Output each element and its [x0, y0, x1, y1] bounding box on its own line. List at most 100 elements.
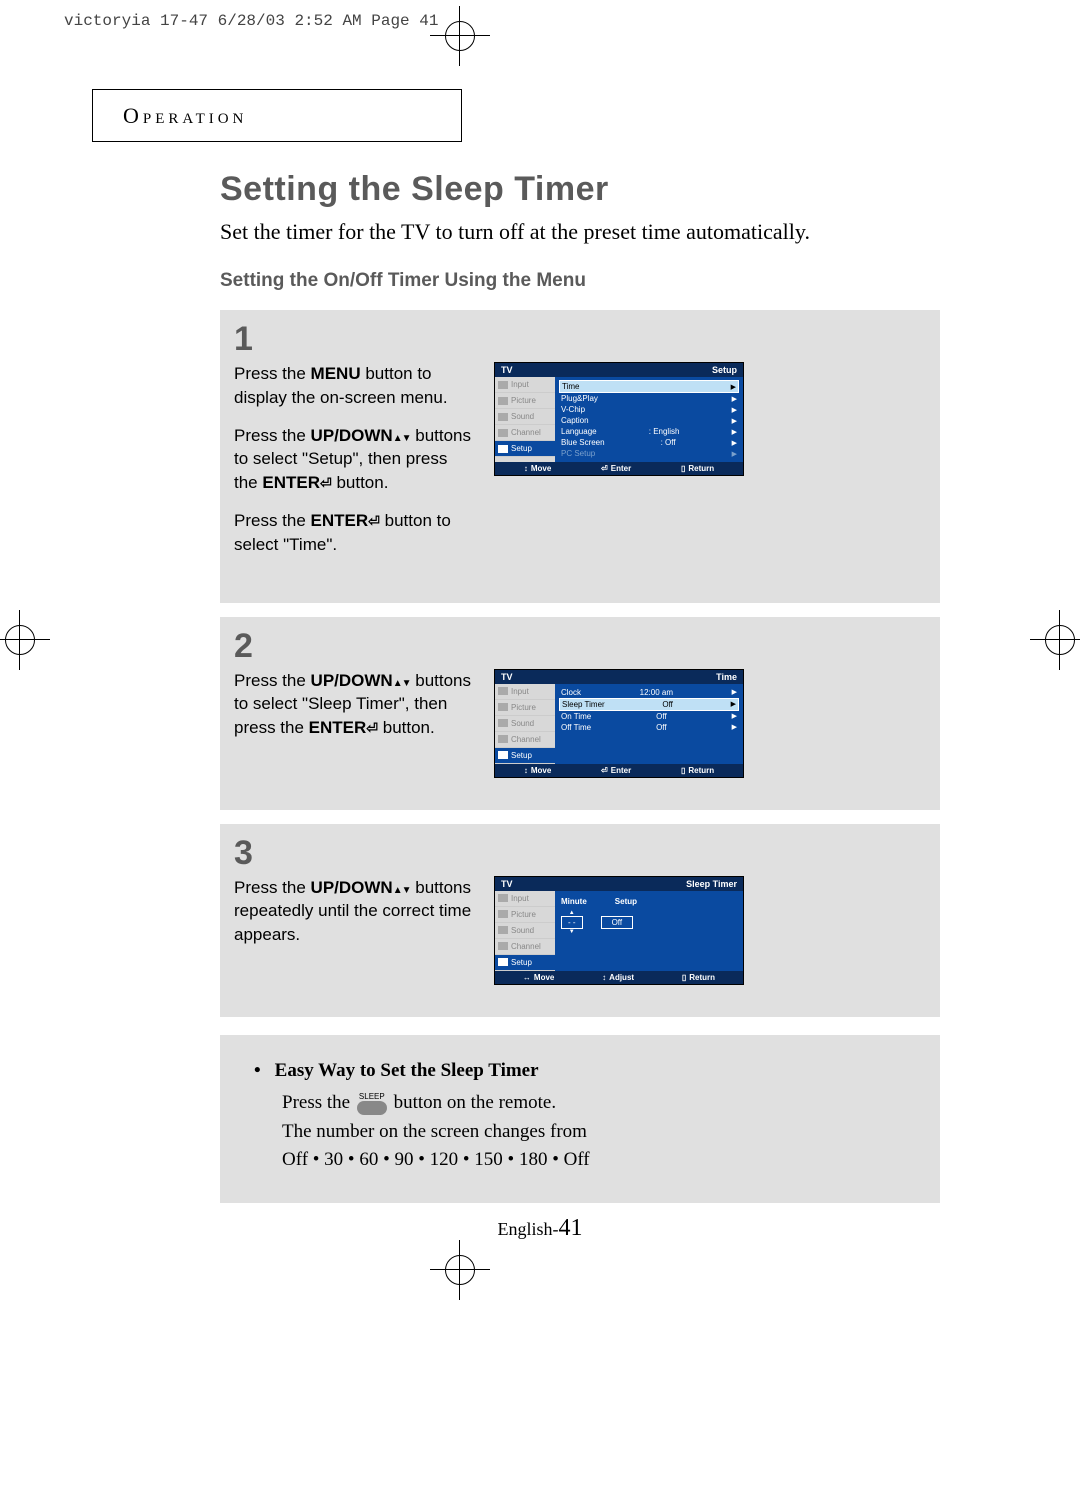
- enter-icon: [320, 473, 332, 492]
- side-sound: Sound: [511, 719, 534, 728]
- print-header: victoryia 17-47 6/28/03 2:52 AM Page 41: [64, 12, 438, 30]
- sleep-label: SLEEP: [355, 1093, 389, 1101]
- easy-line3: Off • 30 • 60 • 90 • 120 • 150 • 180 • O…: [282, 1146, 920, 1175]
- step-number: 1: [234, 322, 928, 356]
- step-text: Press the UP/DOWN buttons to select "Sle…: [234, 669, 474, 754]
- easy-line2: The number on the screen changes from: [282, 1118, 920, 1147]
- footer-move: Move: [531, 464, 551, 473]
- intro-text: Set the timer for the TV to turn off at …: [220, 219, 940, 245]
- easy-heading: Easy Way to Set the Sleep Timer: [275, 1057, 539, 1086]
- registration-mark-right: [1030, 610, 1080, 670]
- setup-icon: [498, 445, 508, 453]
- val-sleep: Off: [662, 700, 673, 709]
- t: Press the: [282, 1092, 355, 1113]
- input-icon: [498, 381, 508, 389]
- val-ontime: Off: [656, 712, 667, 721]
- t: button.: [332, 473, 389, 492]
- osd-title-right: Setup: [712, 365, 737, 375]
- footer-move: Move: [531, 766, 551, 775]
- page-num: 41: [559, 1215, 583, 1241]
- val-language: : English: [649, 427, 680, 436]
- footer-enter: Enter: [611, 766, 631, 775]
- channel-icon: [498, 429, 508, 437]
- step-text: Press the UP/DOWN buttons repeatedly unt…: [234, 876, 474, 961]
- footer-return: Return: [689, 973, 715, 982]
- footer-enter: Enter: [611, 464, 631, 473]
- enter-bold: ENTER: [309, 718, 367, 737]
- row-pcsetup: PC Setup: [561, 449, 595, 458]
- section-tab: Operation: [92, 89, 462, 142]
- side-input: Input: [511, 687, 529, 696]
- easy-way-box: • Easy Way to Set the Sleep Timer Press …: [220, 1035, 940, 1203]
- hdr-setup: Setup: [615, 897, 637, 906]
- side-channel: Channel: [511, 942, 541, 951]
- row-offtime: Off Time: [561, 723, 591, 732]
- enter-bold: ENTER: [262, 473, 320, 492]
- t: Press the: [234, 511, 311, 530]
- enter-icon: ⏎: [601, 464, 608, 473]
- footer-return: Return: [688, 464, 714, 473]
- picture-icon: [498, 397, 508, 405]
- row-plugplay: Plug&Play: [561, 394, 598, 403]
- val-bluescreen: : Off: [661, 438, 676, 447]
- updown-icon: [393, 878, 411, 897]
- footer-adjust: Adjust: [609, 973, 634, 982]
- side-channel: Channel: [511, 428, 541, 437]
- step-1: 1 Press the MENU button to display the o…: [220, 310, 940, 603]
- row-ontime: On Time: [561, 712, 591, 721]
- side-input: Input: [511, 380, 529, 389]
- side-sound: Sound: [511, 412, 534, 421]
- osd-tv-label: TV: [501, 672, 513, 682]
- registration-mark-left: [0, 610, 50, 670]
- osd-time-menu: TV Time Input Picture Sound Channel Setu…: [494, 669, 744, 778]
- row-time: Time: [562, 382, 579, 391]
- updown-icon: [393, 426, 411, 445]
- side-input: Input: [511, 894, 529, 903]
- page-title: Setting the Sleep Timer: [220, 170, 940, 209]
- sleep-button-icon: SLEEP: [355, 1093, 389, 1115]
- hdr-minute: Minute: [561, 897, 587, 906]
- footer-return: Return: [688, 766, 714, 775]
- section-label: Operation: [123, 103, 247, 129]
- row-vchip: V-Chip: [561, 405, 585, 414]
- enter-bold: ENTER: [311, 511, 369, 530]
- menu-bold: MENU: [311, 364, 361, 383]
- updown-bold: UP/DOWN: [311, 426, 393, 445]
- chevron-down-icon: ▼: [569, 929, 575, 935]
- row-language: Language: [561, 427, 597, 436]
- side-channel: Channel: [511, 735, 541, 744]
- minute-value: - -: [561, 916, 583, 929]
- chevron-right-icon: ▶: [731, 383, 736, 391]
- side-setup: Setup: [511, 751, 532, 760]
- side-picture: Picture: [511, 396, 536, 405]
- return-icon: ▯: [681, 464, 685, 473]
- side-setup: Setup: [511, 958, 532, 967]
- move-icon: ↕: [524, 464, 528, 473]
- step-number: 3: [234, 836, 928, 870]
- t: Press the: [234, 671, 311, 690]
- enter-icon: [368, 511, 380, 530]
- updown-bold: UP/DOWN: [311, 671, 393, 690]
- setup-value: Off: [601, 916, 634, 929]
- osd-title-right: Sleep Timer: [686, 879, 737, 889]
- t: button on the remote.: [394, 1092, 557, 1113]
- step-2: 2 Press the UP/DOWN buttons to select "S…: [220, 617, 940, 810]
- row-sleep: Sleep Timer: [562, 700, 605, 709]
- osd-title-right: Time: [716, 672, 737, 682]
- osd-tv-label: TV: [501, 879, 513, 889]
- minute-spinner: ▲ - - ▼: [561, 910, 583, 935]
- updown-icon: [393, 671, 411, 690]
- footer-move: Move: [534, 973, 554, 982]
- osd-tv-label: TV: [501, 365, 513, 375]
- side-sound: Sound: [511, 926, 534, 935]
- registration-mark-bottom: [430, 1240, 490, 1300]
- step-text: Press the MENU button to display the on-…: [234, 362, 474, 571]
- step-3: 3 Press the UP/DOWN buttons repeatedly u…: [220, 824, 940, 1017]
- subheading: Setting the On/Off Timer Using the Menu: [220, 270, 940, 292]
- registration-mark-top: [430, 6, 490, 66]
- side-setup: Setup: [511, 444, 532, 453]
- bullet: •: [254, 1057, 261, 1086]
- step-number: 2: [234, 629, 928, 663]
- row-clock: Clock: [561, 688, 581, 697]
- page-prefix: English-: [498, 1219, 559, 1239]
